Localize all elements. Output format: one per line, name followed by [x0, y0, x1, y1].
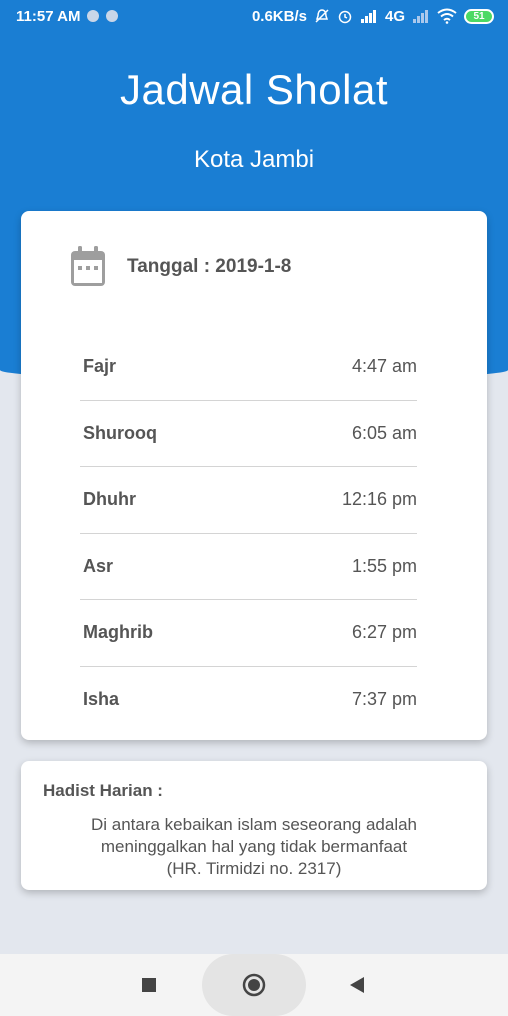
prayer-row-isha: Isha 7:37 pm [80, 667, 417, 734]
hadith-line: meninggalkan hal yang tidak bermanfaat [100, 837, 408, 856]
hadith-text: Di antara kebaikan islam seseorang adala… [21, 814, 487, 880]
prayer-row-asr: Asr 1:55 pm [80, 534, 417, 600]
network-speed: 0.6KB/s [251, 7, 307, 25]
calendar-icon [71, 246, 105, 286]
hadith-label: Hadist Harian : [43, 781, 163, 800]
hadith-source: (HR. Tirmidzi no. 2317) [166, 859, 342, 878]
alarm-icon [338, 10, 352, 24]
mute-icon [315, 9, 329, 23]
navigation-bar [0, 954, 508, 1016]
prayer-row-fajr: Fajr 4:47 am [80, 334, 417, 401]
recent-apps-button[interactable] [140, 976, 158, 994]
prayer-time: 1:55 pm [351, 555, 417, 576]
notification-dot-icon [106, 10, 119, 22]
wifi-icon [437, 8, 457, 24]
status-right: 0.6KB/s 4G 51 [252, 8, 494, 25]
date-row: Tanggal : 2019-1-8 [68, 245, 291, 289]
triangle-back-icon [350, 977, 364, 993]
prayer-time: 12:16 pm [341, 489, 417, 510]
back-button[interactable] [346, 974, 368, 996]
city-name: Kota Jambi [193, 146, 315, 173]
prayer-time: 6:05 am [351, 422, 417, 443]
circle-icon [242, 973, 266, 997]
battery-icon: 51 [464, 8, 494, 24]
signal-icon-secondary [413, 10, 428, 23]
prayer-time: 6:27 pm [351, 622, 417, 643]
prayer-name: Asr [83, 555, 114, 576]
status-time: 11:57 AM [16, 7, 81, 25]
prayer-time: 7:37 pm [351, 689, 417, 710]
prayer-time: 4:47 am [351, 356, 417, 377]
prayer-name: Isha [83, 689, 120, 710]
notification-dot-icon [87, 10, 100, 22]
square-icon [142, 978, 156, 992]
network-type: 4G [384, 7, 405, 25]
prayer-row-shurooq: Shurooq 6:05 am [80, 401, 417, 467]
page-title: Jadwal Sholat [120, 66, 388, 113]
hadith-card: Hadist Harian : Di antara kebaikan islam… [21, 761, 487, 890]
prayer-name: Dhuhr [83, 489, 136, 510]
status-left: 11:57 AM [16, 7, 119, 25]
prayer-name: Fajr [83, 356, 117, 377]
prayer-row-dhuhr: Dhuhr 12:16 pm [80, 467, 417, 534]
home-button[interactable] [202, 954, 306, 1016]
prayer-name: Maghrib [83, 622, 153, 643]
signal-icon [360, 10, 376, 23]
date-label: Tanggal : 2019-1-8 [127, 256, 292, 277]
prayer-row-maghrib: Maghrib 6:27 pm [80, 600, 417, 667]
prayer-schedule-card: Tanggal : 2019-1-8 Fajr 4:47 am Shurooq … [21, 211, 487, 740]
status-bar: 11:57 AM 0.6KB/s 4G 51 [0, 0, 508, 32]
hadith-line: Di antara kebaikan islam seseorang adala… [90, 815, 418, 834]
prayer-name: Shurooq [83, 422, 157, 443]
prayer-list: Fajr 4:47 am Shurooq 6:05 am Dhuhr 12:16… [80, 334, 417, 733]
